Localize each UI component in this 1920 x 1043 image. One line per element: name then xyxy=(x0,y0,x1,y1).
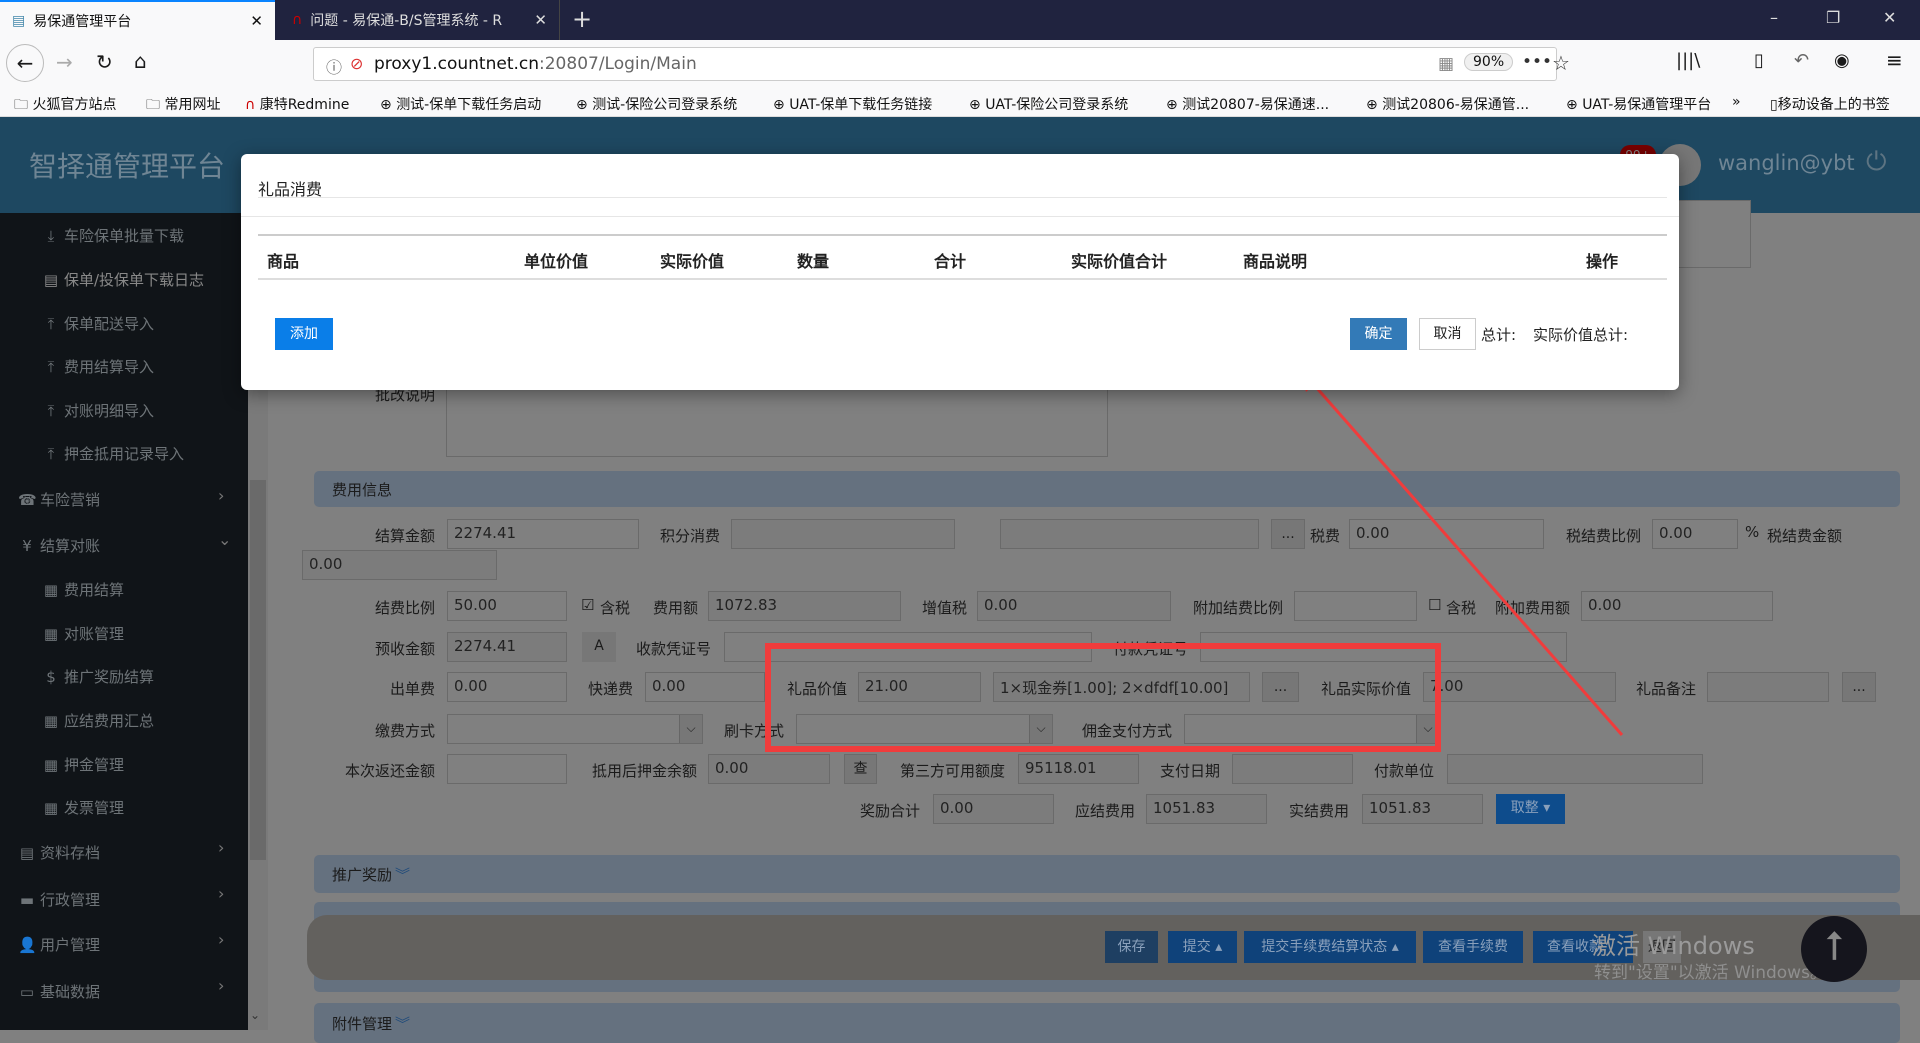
table-header-border xyxy=(258,278,1667,280)
gift-consumption-modal: 礼品消费 商品 单位价值 实际价值 数量 合计 实际价值合计 商品说明 操作 添… xyxy=(241,154,1679,390)
col-header-quantity: 数量 xyxy=(797,252,830,271)
col-header-actual-total: 实际价值合计 xyxy=(1071,252,1168,271)
actual-total-label: 实际价值总计: xyxy=(1533,326,1629,344)
col-header-total: 合计 xyxy=(934,252,967,271)
col-header-actions: 操作 xyxy=(1586,252,1619,271)
divider xyxy=(241,216,1679,217)
confirm-button[interactable]: 确定 xyxy=(1350,318,1407,350)
col-header-product: 商品 xyxy=(267,252,300,271)
total-label: 总计: xyxy=(1481,326,1517,344)
arrow-shaft xyxy=(1306,377,1624,736)
table-top-border xyxy=(258,234,1667,236)
col-header-unit-value: 单位价值 xyxy=(524,252,589,271)
cancel-button[interactable]: 取消 xyxy=(1419,318,1476,350)
divider xyxy=(258,197,1667,198)
col-header-description: 商品说明 xyxy=(1243,252,1308,271)
col-header-actual-value: 实际价值 xyxy=(660,252,725,271)
add-button[interactable]: 添加 xyxy=(275,318,333,350)
